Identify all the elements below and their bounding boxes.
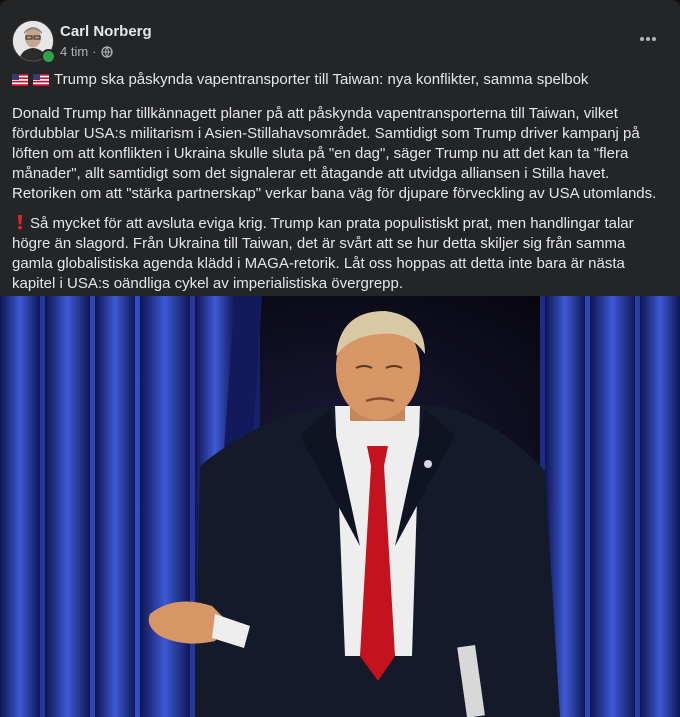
post-time[interactable]: 4 tim <box>60 44 88 59</box>
more-options-icon <box>640 37 656 41</box>
post-text: Trump ska påskynda vapentransporter till… <box>0 70 680 294</box>
facebook-post: Carl Norberg 4 tim · Trump ska påskynda … <box>0 0 680 717</box>
post-photo[interactable] <box>0 296 680 717</box>
post-paragraph-2: Så mycket för att avsluta eviga krig. Tr… <box>12 215 634 292</box>
headline-text: Trump ska påskynda vapentransporter till… <box>54 71 589 88</box>
meta-separator: · <box>92 44 97 59</box>
photo-illustration <box>0 296 680 717</box>
post-meta: 4 tim · <box>60 44 113 59</box>
more-options-button[interactable] <box>630 25 666 53</box>
exclamation-icon <box>18 215 22 230</box>
us-flag-icon <box>33 70 49 90</box>
post-header: Carl Norberg 4 tim · <box>0 0 680 64</box>
post-paragraph-2-wrap: Så mycket för att avsluta eviga krig. Tr… <box>12 214 668 294</box>
online-status-dot <box>41 49 56 64</box>
us-flag-icon <box>12 70 28 90</box>
post-paragraph-1: Donald Trump har tillkännagett planer på… <box>12 105 657 202</box>
author-name[interactable]: Carl Norberg <box>60 23 152 40</box>
globe-icon <box>100 45 113 58</box>
post-headline: Trump ska påskynda vapentransporter till… <box>12 70 668 90</box>
